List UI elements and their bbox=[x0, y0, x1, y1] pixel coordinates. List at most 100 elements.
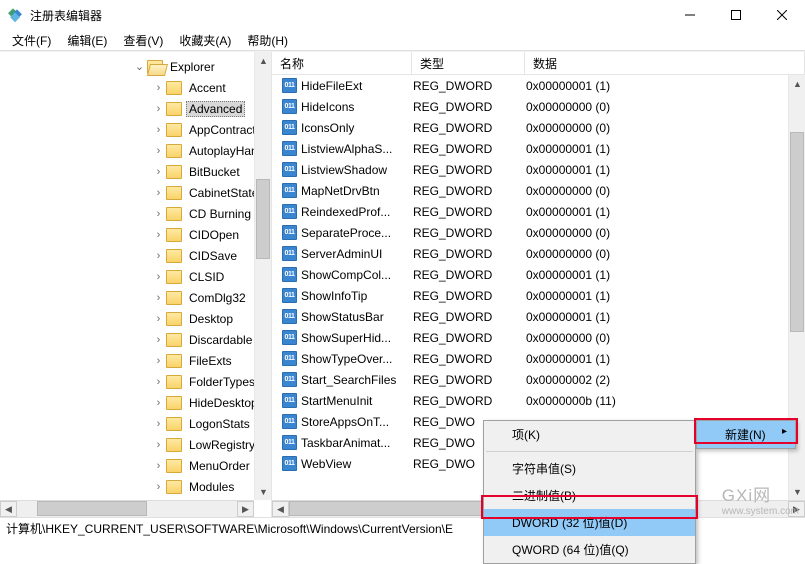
tree-toggle[interactable]: › bbox=[151, 355, 166, 367]
tree-toggle[interactable]: › bbox=[151, 271, 166, 283]
tree-item[interactable]: › Advanced bbox=[0, 98, 271, 119]
tree-toggle[interactable]: › bbox=[151, 292, 166, 304]
ctx-new[interactable]: 新建(N) bbox=[697, 421, 795, 448]
list-row[interactable]: ListviewAlphaS...REG_DWORD0x00000001 (1) bbox=[272, 138, 805, 159]
tree-vscroll[interactable]: ▲ ▼ bbox=[254, 52, 271, 500]
tree-item[interactable]: › Accent bbox=[0, 77, 271, 98]
tree-toggle[interactable]: › bbox=[151, 439, 166, 451]
tree-item[interactable]: › Discardable bbox=[0, 329, 271, 350]
tree-item[interactable]: › Desktop bbox=[0, 308, 271, 329]
tree-label[interactable]: CD Burning bbox=[186, 206, 254, 222]
tree-toggle[interactable]: › bbox=[151, 376, 166, 388]
tree-label[interactable]: MenuOrder bbox=[186, 458, 253, 474]
tree-toggle[interactable]: › bbox=[151, 103, 166, 115]
tree-label[interactable]: Accent bbox=[186, 80, 229, 96]
tree-root[interactable]: Explorer bbox=[167, 59, 218, 75]
tree-toggle[interactable]: › bbox=[151, 313, 166, 325]
tree-item[interactable]: › LowRegistry bbox=[0, 434, 271, 455]
tree-item[interactable]: › BitBucket bbox=[0, 161, 271, 182]
list-row[interactable]: Start_SearchFilesREG_DWORD0x00000002 (2) bbox=[272, 369, 805, 390]
tree-toggle[interactable]: › bbox=[151, 250, 166, 262]
tree-label[interactable]: LogonStats bbox=[186, 416, 253, 432]
close-button[interactable] bbox=[759, 0, 805, 30]
menu-file[interactable]: 文件(F) bbox=[4, 30, 59, 51]
ctx-item[interactable]: 二进制值(B) bbox=[484, 482, 695, 509]
list-row[interactable]: HideIconsREG_DWORD0x00000000 (0) bbox=[272, 96, 805, 117]
ctx-item[interactable]: QWORD (64 位)值(Q) bbox=[484, 536, 695, 563]
tree-label[interactable]: CLSID bbox=[186, 269, 227, 285]
col-type[interactable]: 类型 bbox=[412, 52, 525, 74]
list-row[interactable]: StartMenuInitREG_DWORD0x0000000b (11) bbox=[272, 390, 805, 411]
list-row[interactable]: ShowSuperHid...REG_DWORD0x00000000 (0) bbox=[272, 327, 805, 348]
col-data[interactable]: 数据 bbox=[525, 52, 805, 74]
tree-toggle[interactable]: › bbox=[151, 418, 166, 430]
tree-toggle[interactable]: › bbox=[151, 187, 166, 199]
tree-toggle[interactable]: › bbox=[151, 397, 166, 409]
list-row[interactable]: ShowTypeOver...REG_DWORD0x00000001 (1) bbox=[272, 348, 805, 369]
scroll-left-button[interactable]: ◀ bbox=[0, 501, 17, 517]
tree-item[interactable]: › AppContract bbox=[0, 119, 271, 140]
scroll-right-button[interactable]: ▶ bbox=[237, 501, 254, 517]
menu-help[interactable]: 帮助(H) bbox=[239, 30, 296, 51]
tree-label[interactable]: FileExts bbox=[186, 353, 235, 369]
ctx-item[interactable]: DWORD (32 位)值(D) bbox=[484, 509, 695, 536]
tree-label[interactable]: FolderTypes bbox=[186, 374, 258, 390]
tree-item[interactable]: › CLSID bbox=[0, 266, 271, 287]
list-row[interactable]: ServerAdminUIREG_DWORD0x00000000 (0) bbox=[272, 243, 805, 264]
list-row[interactable]: MapNetDrvBtnREG_DWORD0x00000000 (0) bbox=[272, 180, 805, 201]
tree-toggle[interactable]: › bbox=[151, 229, 166, 241]
tree-item[interactable]: › FolderTypes bbox=[0, 371, 271, 392]
tree-label[interactable]: Advanced bbox=[186, 101, 245, 117]
tree-label[interactable]: Desktop bbox=[186, 311, 236, 327]
tree-item[interactable]: › HideDesktopI bbox=[0, 392, 271, 413]
list-row[interactable]: ReindexedProf...REG_DWORD0x00000001 (1) bbox=[272, 201, 805, 222]
tree-toggle[interactable]: › bbox=[151, 124, 166, 136]
col-name[interactable]: 名称 bbox=[272, 52, 412, 74]
tree-item[interactable]: › MenuOrder bbox=[0, 455, 271, 476]
tree-item[interactable]: › CabinetState bbox=[0, 182, 271, 203]
tree-item[interactable]: › ComDlg32 bbox=[0, 287, 271, 308]
list-row[interactable]: ShowStatusBarREG_DWORD0x00000001 (1) bbox=[272, 306, 805, 327]
tree-label[interactable]: Discardable bbox=[186, 332, 255, 348]
minimize-button[interactable] bbox=[667, 0, 713, 30]
tree-toggle[interactable]: › bbox=[151, 460, 166, 472]
list-row[interactable]: SeparateProce...REG_DWORD0x00000000 (0) bbox=[272, 222, 805, 243]
tree-toggle[interactable]: › bbox=[151, 82, 166, 94]
list-row[interactable]: ShowCompCol...REG_DWORD0x00000001 (1) bbox=[272, 264, 805, 285]
tree-hscroll[interactable]: ◀ ▶ bbox=[0, 500, 254, 517]
tree-item[interactable]: ›AutoplayHand bbox=[0, 140, 271, 161]
tree-label[interactable]: HideDesktopI bbox=[186, 395, 264, 411]
tree-label[interactable]: CabinetState bbox=[186, 185, 261, 201]
tree-toggle[interactable]: ⌄ bbox=[132, 60, 147, 73]
tree-item[interactable]: › FileExts bbox=[0, 350, 271, 371]
ctx-item[interactable]: 项(K) bbox=[484, 421, 695, 448]
tree-toggle[interactable]: › bbox=[151, 334, 166, 346]
menu-edit[interactable]: 编辑(E) bbox=[59, 30, 115, 51]
tree-label[interactable]: BitBucket bbox=[186, 164, 243, 180]
tree-label[interactable]: LowRegistry bbox=[186, 437, 258, 453]
ctx-item[interactable]: 字符串值(S) bbox=[484, 455, 695, 482]
tree-item[interactable]: › CIDOpen bbox=[0, 224, 271, 245]
tree-toggle[interactable]: › bbox=[151, 481, 166, 493]
menu-favorites[interactable]: 收藏夹(A) bbox=[171, 30, 239, 51]
list-row[interactable]: ShowInfoTipREG_DWORD0x00000001 (1) bbox=[272, 285, 805, 306]
tree-label[interactable]: CIDSave bbox=[186, 248, 240, 264]
scroll-left-button[interactable]: ◀ bbox=[272, 501, 289, 517]
menu-view[interactable]: 查看(V) bbox=[115, 30, 171, 51]
list-row[interactable]: ListviewShadowREG_DWORD0x00000001 (1) bbox=[272, 159, 805, 180]
tree-item[interactable]: › Modules bbox=[0, 476, 271, 497]
list-row[interactable]: HideFileExtREG_DWORD0x00000001 (1) bbox=[272, 75, 805, 96]
tree-item[interactable]: › CD Burning bbox=[0, 203, 271, 224]
tree-label[interactable]: Modules bbox=[186, 479, 237, 495]
tree-label[interactable]: CIDOpen bbox=[186, 227, 242, 243]
tree-item[interactable]: › LogonStats bbox=[0, 413, 271, 434]
maximize-button[interactable] bbox=[713, 0, 759, 30]
tree-toggle[interactable]: › bbox=[151, 166, 166, 178]
tree-toggle[interactable]: › bbox=[151, 145, 166, 157]
context-menu-parent[interactable]: 新建(N) bbox=[696, 420, 796, 449]
tree-item[interactable]: › CIDSave bbox=[0, 245, 271, 266]
tree-label[interactable]: AppContract bbox=[186, 122, 259, 138]
tree-toggle[interactable]: › bbox=[151, 208, 166, 220]
list-row[interactable]: IconsOnlyREG_DWORD0x00000000 (0) bbox=[272, 117, 805, 138]
tree-label[interactable]: ComDlg32 bbox=[186, 290, 249, 306]
